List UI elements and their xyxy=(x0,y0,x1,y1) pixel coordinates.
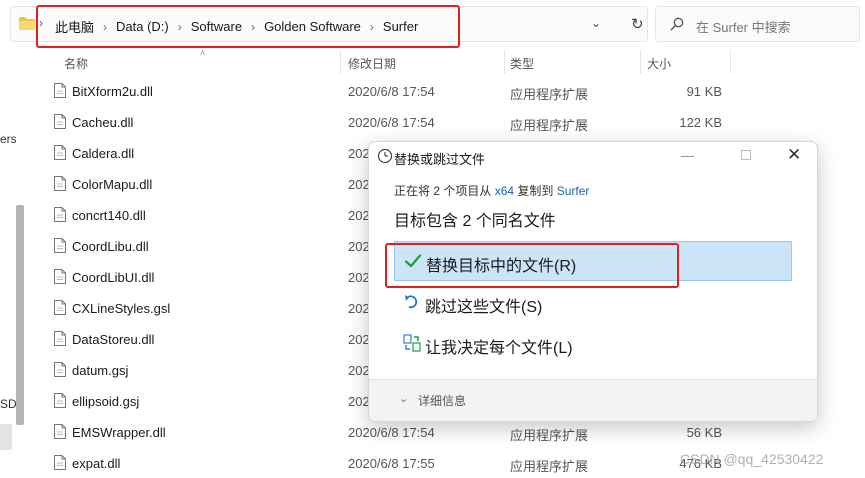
column-type[interactable]: 类型 xyxy=(510,55,534,72)
more-details-toggle[interactable]: 详细信息 xyxy=(418,392,466,409)
file-name: Cacheu.dll xyxy=(72,115,134,130)
file-icon xyxy=(54,300,66,315)
file-date: 2020/6/8 17:54 xyxy=(348,84,435,99)
refresh-icon[interactable]: ↻ xyxy=(631,15,644,33)
copy-status-prefix: 正在将 2 个项目从 xyxy=(394,184,495,198)
clock-icon xyxy=(377,148,393,164)
file-icon xyxy=(54,455,66,470)
search-icon xyxy=(670,17,684,31)
column-divider[interactable] xyxy=(504,50,505,74)
file-date: 202 xyxy=(348,270,370,285)
maximize-button[interactable] xyxy=(741,150,751,160)
source-folder-link[interactable]: x64 xyxy=(495,184,514,198)
file-icon xyxy=(54,331,66,346)
column-divider[interactable] xyxy=(640,50,641,74)
column-date[interactable]: 修改日期 xyxy=(348,55,396,72)
file-icon xyxy=(54,238,66,253)
file-date: 202 xyxy=(348,146,370,161)
file-date: 202 xyxy=(348,239,370,254)
file-name: datum.gsj xyxy=(72,363,129,378)
file-name: DataStoreu.dll xyxy=(72,332,155,347)
file-date: 2020/6/8 17:54 xyxy=(348,425,435,440)
column-divider[interactable] xyxy=(340,50,341,74)
file-name: ColorMapu.dll xyxy=(72,177,153,192)
nav-item-partial[interactable]: ers xyxy=(0,132,17,146)
file-name: CoordLibUI.dll xyxy=(72,270,155,285)
file-name: ellipsoid.gsj xyxy=(72,394,140,409)
file-date: 2020/6/8 17:55 xyxy=(348,456,435,471)
file-date: 202 xyxy=(348,363,370,378)
copy-status-middle: 复制到 xyxy=(514,184,557,198)
file-icon xyxy=(54,393,66,408)
file-row[interactable]: Cacheu.dll 2020/6/8 17:54 应用程序扩展 122 KB xyxy=(40,107,860,138)
file-name: Caldera.dll xyxy=(72,146,135,161)
nav-item-selected[interactable] xyxy=(0,424,12,450)
folder-icon xyxy=(19,17,35,30)
column-size[interactable]: 大小 xyxy=(647,55,671,72)
file-name: expat.dll xyxy=(72,456,121,471)
file-name: CXLineStyles.gsl xyxy=(72,301,171,316)
file-icon xyxy=(54,83,66,98)
file-icon xyxy=(54,145,66,160)
file-date: 2020/6/8 17:54 xyxy=(348,115,435,130)
file-name: CoordLibu.dll xyxy=(72,239,149,254)
skip-files-button[interactable]: 跳过这些文件(S) xyxy=(394,283,792,323)
file-type: 应用程序扩展 xyxy=(510,118,589,133)
watermark: CSDN @qq_42530422 xyxy=(680,451,824,467)
file-size: 122 KB xyxy=(679,115,722,130)
nav-scrollbar[interactable] xyxy=(16,205,24,425)
file-name: BitXform2u.dll xyxy=(72,84,153,99)
file-date: 202 xyxy=(348,332,370,347)
decide-each-file-label: 让我决定每个文件(L) xyxy=(425,340,573,357)
sort-chevron-icon: ˄ xyxy=(200,48,206,58)
chevron-down-icon[interactable]: ⌄ xyxy=(399,392,408,405)
file-type: 应用程序扩展 xyxy=(510,87,589,102)
dialog-headline: 目标包含 2 个同名文件 xyxy=(394,213,556,230)
skip-arrow-icon xyxy=(405,295,418,309)
chevron-down-icon[interactable]: ⌄ xyxy=(591,16,601,30)
file-icon xyxy=(54,207,66,222)
file-size: 91 KB xyxy=(686,84,722,99)
search-placeholder: 在 Surfer 中搜索 xyxy=(696,20,791,35)
dialog-title: 替换或跳过文件 xyxy=(394,152,486,167)
compare-icon xyxy=(403,334,421,352)
annotation-box-address xyxy=(36,5,460,48)
file-type: 应用程序扩展 xyxy=(510,428,589,443)
file-icon xyxy=(54,176,66,191)
column-name[interactable]: 名称 xyxy=(64,55,88,72)
file-row[interactable]: BitXform2u.dll 2020/6/8 17:54 应用程序扩展 91 KB xyxy=(40,76,860,107)
file-icon xyxy=(54,362,66,377)
copy-status: 正在将 2 个项目从 x64 复制到 Surfer xyxy=(394,182,589,199)
destination-folder-link[interactable]: Surfer xyxy=(557,184,590,198)
annotation-box-replace xyxy=(385,243,679,288)
column-header: 名称 ˄ 修改日期 类型 大小 xyxy=(40,48,860,76)
file-name: EMSWrapper.dll xyxy=(72,425,166,440)
file-date: 202 xyxy=(348,208,370,223)
file-date: 202 xyxy=(348,177,370,192)
dialog-footer: ⌄ 详细信息 xyxy=(369,379,817,421)
file-icon xyxy=(54,424,66,439)
file-icon xyxy=(54,114,66,129)
file-type: 应用程序扩展 xyxy=(510,459,589,474)
nav-item-partial[interactable]: SD xyxy=(0,397,17,411)
search-input[interactable]: 在 Surfer 中搜索 xyxy=(655,6,860,42)
skip-files-label: 跳过这些文件(S) xyxy=(425,299,543,316)
close-button[interactable]: ✕ xyxy=(787,145,801,165)
file-name: concrt140.dll xyxy=(72,208,146,223)
file-icon xyxy=(54,269,66,284)
minimize-button[interactable]: — xyxy=(681,148,694,163)
file-date: 202 xyxy=(348,394,370,409)
column-divider[interactable] xyxy=(730,50,731,74)
file-date: 202 xyxy=(348,301,370,316)
decide-each-file-button[interactable]: 让我决定每个文件(L) xyxy=(394,324,792,364)
file-size: 56 KB xyxy=(686,425,722,440)
navigation-pane xyxy=(0,48,30,478)
